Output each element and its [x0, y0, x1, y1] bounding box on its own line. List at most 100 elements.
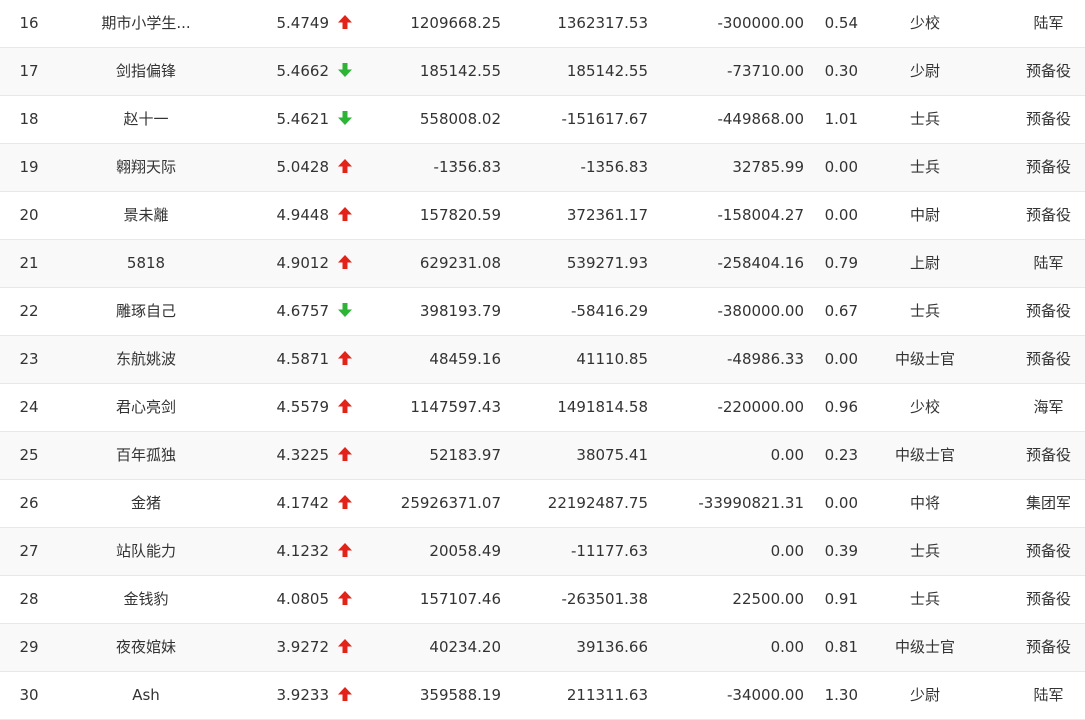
title-cell: 上尉 — [909, 254, 940, 272]
group-cell: 预备役 — [1025, 542, 1071, 560]
title-cell: 中级士官 — [894, 350, 955, 368]
name-cell: 剑指偏锋 — [115, 62, 176, 80]
ratio-cell: 0.67 — [824, 302, 858, 320]
rank-cell: 24 — [19, 398, 39, 416]
group-cell: 预备役 — [1025, 206, 1071, 224]
arrow-up-icon — [338, 159, 352, 173]
rank-cell: 16 — [19, 14, 39, 32]
score-cell: 4.0805 — [276, 590, 330, 608]
group-cell: 预备役 — [1025, 302, 1071, 320]
trend-cell — [337, 672, 357, 719]
title-cell: 中将 — [909, 494, 940, 512]
title-cell: 士兵 — [909, 590, 940, 608]
ranking-table: 16 期市小学生... 5.4749 1209668.25 1362317.53 -300… — [0, 0, 1085, 720]
group-cell: 预备役 — [1025, 590, 1071, 608]
table-row[interactable]: 18 赵十一 5.4621 558008.02 -151617.67 -449868.00… — [0, 96, 1085, 144]
score-cell: 4.6757 — [276, 302, 330, 320]
arrow-up-icon — [338, 495, 352, 509]
ratio-cell: 1.30 — [824, 686, 858, 704]
score-cell: 4.1742 — [276, 494, 330, 512]
group-cell: 预备役 — [1025, 638, 1071, 656]
rank-cell: 21 — [19, 254, 39, 272]
name-cell: 站队能力 — [115, 542, 176, 560]
table-row[interactable]: 28 金钱豹 4.0805 157107.46 -263501.38 22500.00 0.… — [0, 576, 1085, 624]
table-row[interactable]: 23 东航姚波 4.5871 48459.16 41110.85 -48986.33 0.0… — [0, 336, 1085, 384]
group-cell: 陆军 — [1033, 254, 1064, 272]
group-cell: 陆军 — [1033, 14, 1064, 32]
ratio-cell: 1.01 — [824, 110, 858, 128]
group-cell: 预备役 — [1025, 110, 1071, 128]
value3-cell: -158004.27 — [717, 206, 804, 224]
ratio-cell: 0.30 — [824, 62, 858, 80]
ratio-cell: 0.00 — [824, 206, 858, 224]
value3-cell: 32785.99 — [732, 158, 804, 176]
table-row[interactable]: 27 站队能力 4.1232 20058.49 -11177.63 0.00 0.39 士兵 预… — [0, 528, 1085, 576]
table-row[interactable]: 21 5818 4.9012 629231.08 539271.93 -258404.16… — [0, 240, 1085, 288]
value3-cell: 22500.00 — [732, 590, 804, 608]
name-cell: 百年孤独 — [115, 446, 176, 464]
rank-cell: 20 — [19, 206, 39, 224]
ratio-cell: 0.00 — [824, 158, 858, 176]
score-cell: 5.4662 — [276, 62, 330, 80]
table-row[interactable]: 22 雕琢自己 4.6757 398193.79 -58416.29 -380000.00… — [0, 288, 1085, 336]
title-cell: 少尉 — [909, 62, 940, 80]
score-cell: 4.9448 — [276, 206, 330, 224]
trend-cell — [337, 48, 357, 95]
table-row[interactable]: 25 百年孤独 4.3225 52183.97 38075.41 0.00 0.23 中级士官… — [0, 432, 1085, 480]
rank-cell: 23 — [19, 350, 39, 368]
table-row[interactable]: 20 景未離 4.9448 157820.59 372361.17 -158004.27 0… — [0, 192, 1085, 240]
ratio-cell: 0.23 — [824, 446, 858, 464]
name-cell: 东航姚波 — [115, 350, 176, 368]
table-row[interactable]: 30 Ash 3.9233 359588.19 211311.63 -34000.00 1.… — [0, 672, 1085, 720]
table-row[interactable]: 24 君心亮剑 4.5579 1147597.43 1491814.58 -220000.… — [0, 384, 1085, 432]
value1-cell: 558008.02 — [419, 110, 501, 128]
table-row[interactable]: 29 夜夜婠妹 3.9272 40234.20 39136.66 0.00 0.81 中级士官… — [0, 624, 1085, 672]
ratio-cell: 0.81 — [824, 638, 858, 656]
table-row[interactable]: 16 期市小学生... 5.4749 1209668.25 1362317.53 -300… — [0, 0, 1085, 48]
group-cell: 陆军 — [1033, 686, 1064, 704]
score-cell: 3.9233 — [276, 686, 330, 704]
value3-cell: -380000.00 — [717, 302, 804, 320]
value1-cell: 157820.59 — [419, 206, 501, 224]
value1-cell: 20058.49 — [429, 542, 501, 560]
score-cell: 5.0428 — [276, 158, 330, 176]
table-row[interactable]: 17 剑指偏锋 5.4662 185142.55 185142.55 -73710.00 0… — [0, 48, 1085, 96]
table-row[interactable]: 26 金猪 4.1742 25926371.07 22192487.75 -3399082… — [0, 480, 1085, 528]
trend-cell — [337, 624, 357, 671]
title-cell: 中尉 — [909, 206, 940, 224]
ratio-cell: 0.96 — [824, 398, 858, 416]
arrow-up-icon — [338, 543, 352, 557]
title-cell: 士兵 — [909, 158, 940, 176]
arrow-up-icon — [338, 207, 352, 221]
group-cell: 预备役 — [1025, 446, 1071, 464]
name-cell: 雕琢自己 — [115, 302, 176, 320]
table-row[interactable]: 19 翱翔天际 5.0428 -1356.83 -1356.83 32785.99 0.00… — [0, 144, 1085, 192]
value1-cell: 185142.55 — [419, 62, 501, 80]
rank-cell: 18 — [19, 110, 39, 128]
group-cell: 集团军 — [1025, 494, 1071, 512]
rank-cell: 17 — [19, 62, 39, 80]
value2-cell: -58416.29 — [571, 302, 648, 320]
group-cell: 预备役 — [1025, 158, 1071, 176]
value2-cell: -151617.67 — [561, 110, 648, 128]
arrow-up-icon — [338, 447, 352, 461]
value3-cell: 0.00 — [770, 638, 804, 656]
arrow-up-icon — [338, 591, 352, 605]
arrow-down-icon — [338, 63, 352, 77]
value1-cell: 1147597.43 — [410, 398, 501, 416]
trend-cell — [337, 0, 357, 47]
title-cell: 士兵 — [909, 110, 940, 128]
value2-cell: 38075.41 — [576, 446, 648, 464]
value1-cell: 398193.79 — [419, 302, 501, 320]
value2-cell: 372361.17 — [566, 206, 648, 224]
value3-cell: -220000.00 — [717, 398, 804, 416]
rank-cell: 19 — [19, 158, 39, 176]
value1-cell: 25926371.07 — [400, 494, 501, 512]
score-cell: 4.5579 — [276, 398, 330, 416]
trend-cell — [337, 576, 357, 623]
trend-cell — [337, 240, 357, 287]
arrow-up-icon — [338, 639, 352, 653]
value3-cell: -300000.00 — [717, 14, 804, 32]
name-cell: 景未離 — [123, 206, 169, 224]
group-cell: 预备役 — [1025, 350, 1071, 368]
